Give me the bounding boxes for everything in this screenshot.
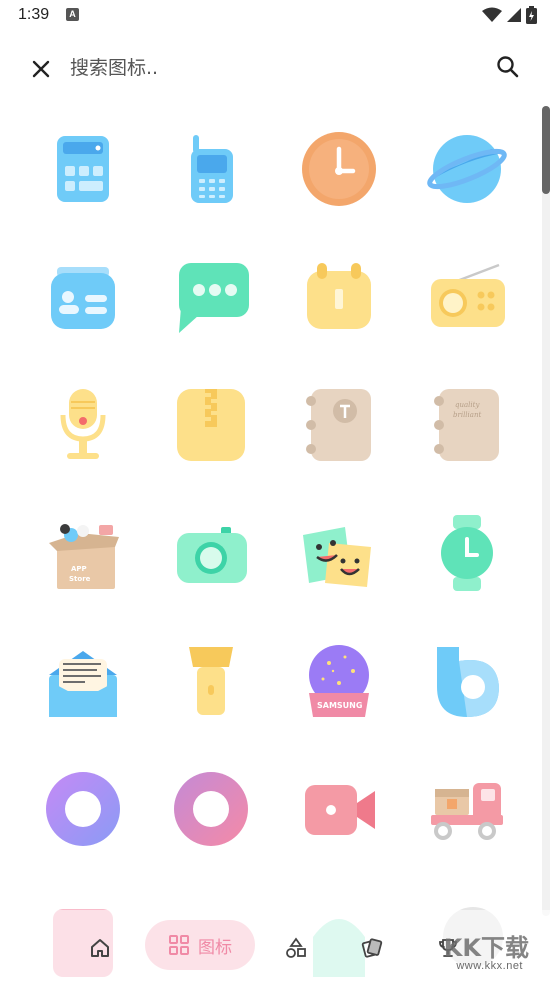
status-time: 1:39 xyxy=(18,6,50,23)
svg-text:brilliant: brilliant xyxy=(453,411,481,419)
notification-icon: A xyxy=(66,8,79,21)
search-bar xyxy=(0,42,551,94)
radio-icon[interactable] xyxy=(422,252,512,342)
status-bar: 1:39 A xyxy=(0,0,551,30)
phone-icon[interactable] xyxy=(166,124,256,214)
svg-text:SAMSUNG: SAMSUNG xyxy=(317,701,362,710)
email-letter-icon[interactable] xyxy=(38,636,128,726)
cards-icon xyxy=(361,938,383,958)
nav-wallpapers[interactable] xyxy=(354,926,390,970)
contacts-icon[interactable] xyxy=(38,252,128,342)
calendar-icon[interactable] xyxy=(294,252,384,342)
archive-icon[interactable] xyxy=(166,380,256,470)
emoji-stickers-icon[interactable] xyxy=(294,508,384,598)
battery-charging-icon xyxy=(526,6,537,24)
delivery-truck-icon[interactable] xyxy=(422,764,512,854)
flashlight-icon[interactable] xyxy=(166,636,256,726)
messages-icon[interactable] xyxy=(166,252,256,342)
close-icon xyxy=(32,60,50,78)
search-icon xyxy=(497,56,519,78)
scrollbar-track[interactable] xyxy=(542,106,550,916)
quality-brilliant-notebook-icon[interactable]: quality brilliant xyxy=(422,380,512,470)
purple-ring-icon[interactable] xyxy=(38,764,128,854)
browser-planet-icon[interactable] xyxy=(422,124,512,214)
watermark-logo-text: KK下载 xyxy=(443,934,529,962)
scrollbar-thumb[interactable] xyxy=(542,106,550,194)
wifi-icon xyxy=(482,7,502,22)
shapes-icon xyxy=(286,937,306,958)
svg-text:quality: quality xyxy=(455,401,480,409)
svg-text:Store: Store xyxy=(69,575,91,583)
app-store-box-icon[interactable]: APP Store xyxy=(38,508,128,598)
camera-icon[interactable] xyxy=(166,508,256,598)
calculator-icon[interactable] xyxy=(38,124,128,214)
notebook-icon[interactable] xyxy=(294,380,384,470)
nav-home[interactable] xyxy=(82,926,118,970)
watermark-url: www.kkx.net xyxy=(456,960,523,972)
nav-shapes[interactable] xyxy=(278,926,314,970)
nav-icons-label: 图标 xyxy=(198,937,232,958)
smartwatch-icon[interactable] xyxy=(422,508,512,598)
home-icon xyxy=(91,939,109,957)
microphone-icon[interactable] xyxy=(38,380,128,470)
grid-icon xyxy=(169,935,189,955)
clock-icon[interactable] xyxy=(294,124,384,214)
search-button[interactable] xyxy=(495,54,521,80)
signal-icon xyxy=(507,8,521,22)
pink-ring-icon[interactable] xyxy=(166,764,256,854)
close-button[interactable] xyxy=(28,56,54,82)
icon-search-screen: 1:39 A 搜索图标.. quality brilliant APP Stor… xyxy=(0,0,551,981)
status-indicators xyxy=(482,6,537,24)
nav-icons-tab[interactable]: 图标 xyxy=(145,920,255,970)
svg-text:APP: APP xyxy=(71,565,87,573)
bixby-icon[interactable] xyxy=(422,636,512,726)
video-camera-icon[interactable] xyxy=(294,764,384,854)
samsung-snowglobe-icon[interactable]: SAMSUNG xyxy=(294,636,384,726)
search-input[interactable] xyxy=(70,52,470,84)
